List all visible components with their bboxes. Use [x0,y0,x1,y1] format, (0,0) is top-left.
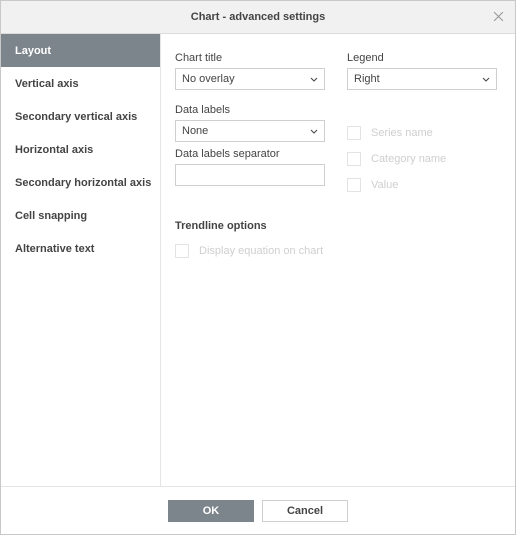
sidebar-item-vertical-axis[interactable]: Vertical axis [1,67,160,100]
data-labels-label: Data labels [175,104,329,116]
sidebar-item-alternative-text[interactable]: Alternative text [1,232,160,265]
chart-title-label: Chart title [175,52,329,64]
cancel-button[interactable]: Cancel [262,500,348,522]
value-checkbox-label: Value [371,179,398,191]
chart-title-select[interactable]: No overlay [175,68,325,90]
dialog-window: Chart - advanced settings Layout Vertica… [0,0,516,535]
row-title-legend: Chart title No overlay Legend Right [175,46,501,90]
ok-button-label: OK [203,505,220,517]
series-name-label: Series name [371,127,433,139]
data-labels-separator-input[interactable] [175,164,325,186]
value-checkbox-row: Value [347,172,501,198]
chart-title-value: No overlay [182,73,235,85]
sidebar-item-label: Secondary horizontal axis [15,177,151,189]
sidebar-item-cell-snapping[interactable]: Cell snapping [1,199,160,232]
sidebar-item-label: Cell snapping [15,210,87,222]
sidebar-item-label: Layout [15,45,51,57]
series-name-checkbox [347,126,361,140]
ok-button[interactable]: OK [168,500,254,522]
sidebar-item-label: Alternative text [15,243,94,255]
sidebar-item-secondary-vertical-axis[interactable]: Secondary vertical axis [1,100,160,133]
dialog-body: Layout Vertical axis Secondary vertical … [1,34,515,486]
category-name-checkbox-row: Category name [347,146,501,172]
trendline-options-header: Trendline options [175,220,501,232]
category-name-label: Category name [371,153,446,165]
legend-select[interactable]: Right [347,68,497,90]
group-chart-title: Chart title No overlay [175,46,329,90]
close-button[interactable] [482,1,515,34]
legend-label: Legend [347,52,501,64]
legend-value: Right [354,73,380,85]
display-equation-label: Display equation on chart [199,245,323,257]
dialog-title: Chart - advanced settings [191,11,325,23]
data-labels-separator-label: Data labels separator [175,148,329,160]
sidebar-item-label: Vertical axis [15,78,79,90]
sidebar-item-label: Horizontal axis [15,144,93,156]
group-data-labels: Data labels None Data labels separator [175,98,329,198]
dialog-titlebar: Chart - advanced settings [1,1,515,34]
chevron-down-icon [310,77,318,82]
chevron-down-icon [482,77,490,82]
chevron-down-icon [310,129,318,134]
trendline-section: Trendline options Display equation on ch… [175,206,501,264]
sidebar-item-layout[interactable]: Layout [1,34,160,67]
sidebar-item-secondary-horizontal-axis[interactable]: Secondary horizontal axis [1,166,160,199]
cancel-button-label: Cancel [287,505,323,517]
close-icon [493,11,504,25]
sidebar: Layout Vertical axis Secondary vertical … [1,34,161,486]
category-name-checkbox [347,152,361,166]
data-labels-value: None [182,125,208,137]
row-datalabels-checks: Data labels None Data labels separator [175,98,501,198]
data-labels-select[interactable]: None [175,120,325,142]
sidebar-item-label: Secondary vertical axis [15,111,137,123]
series-name-checkbox-row: Series name [347,120,501,146]
dialog-footer: OK Cancel [1,486,515,534]
display-equation-checkbox [175,244,189,258]
group-label-checkboxes: Series name Category name Value [347,98,501,198]
value-checkbox [347,178,361,192]
group-legend: Legend Right [347,46,501,90]
display-equation-checkbox-row: Display equation on chart [175,238,501,264]
main-panel: Chart title No overlay Legend Right [161,34,515,486]
sidebar-item-horizontal-axis[interactable]: Horizontal axis [1,133,160,166]
